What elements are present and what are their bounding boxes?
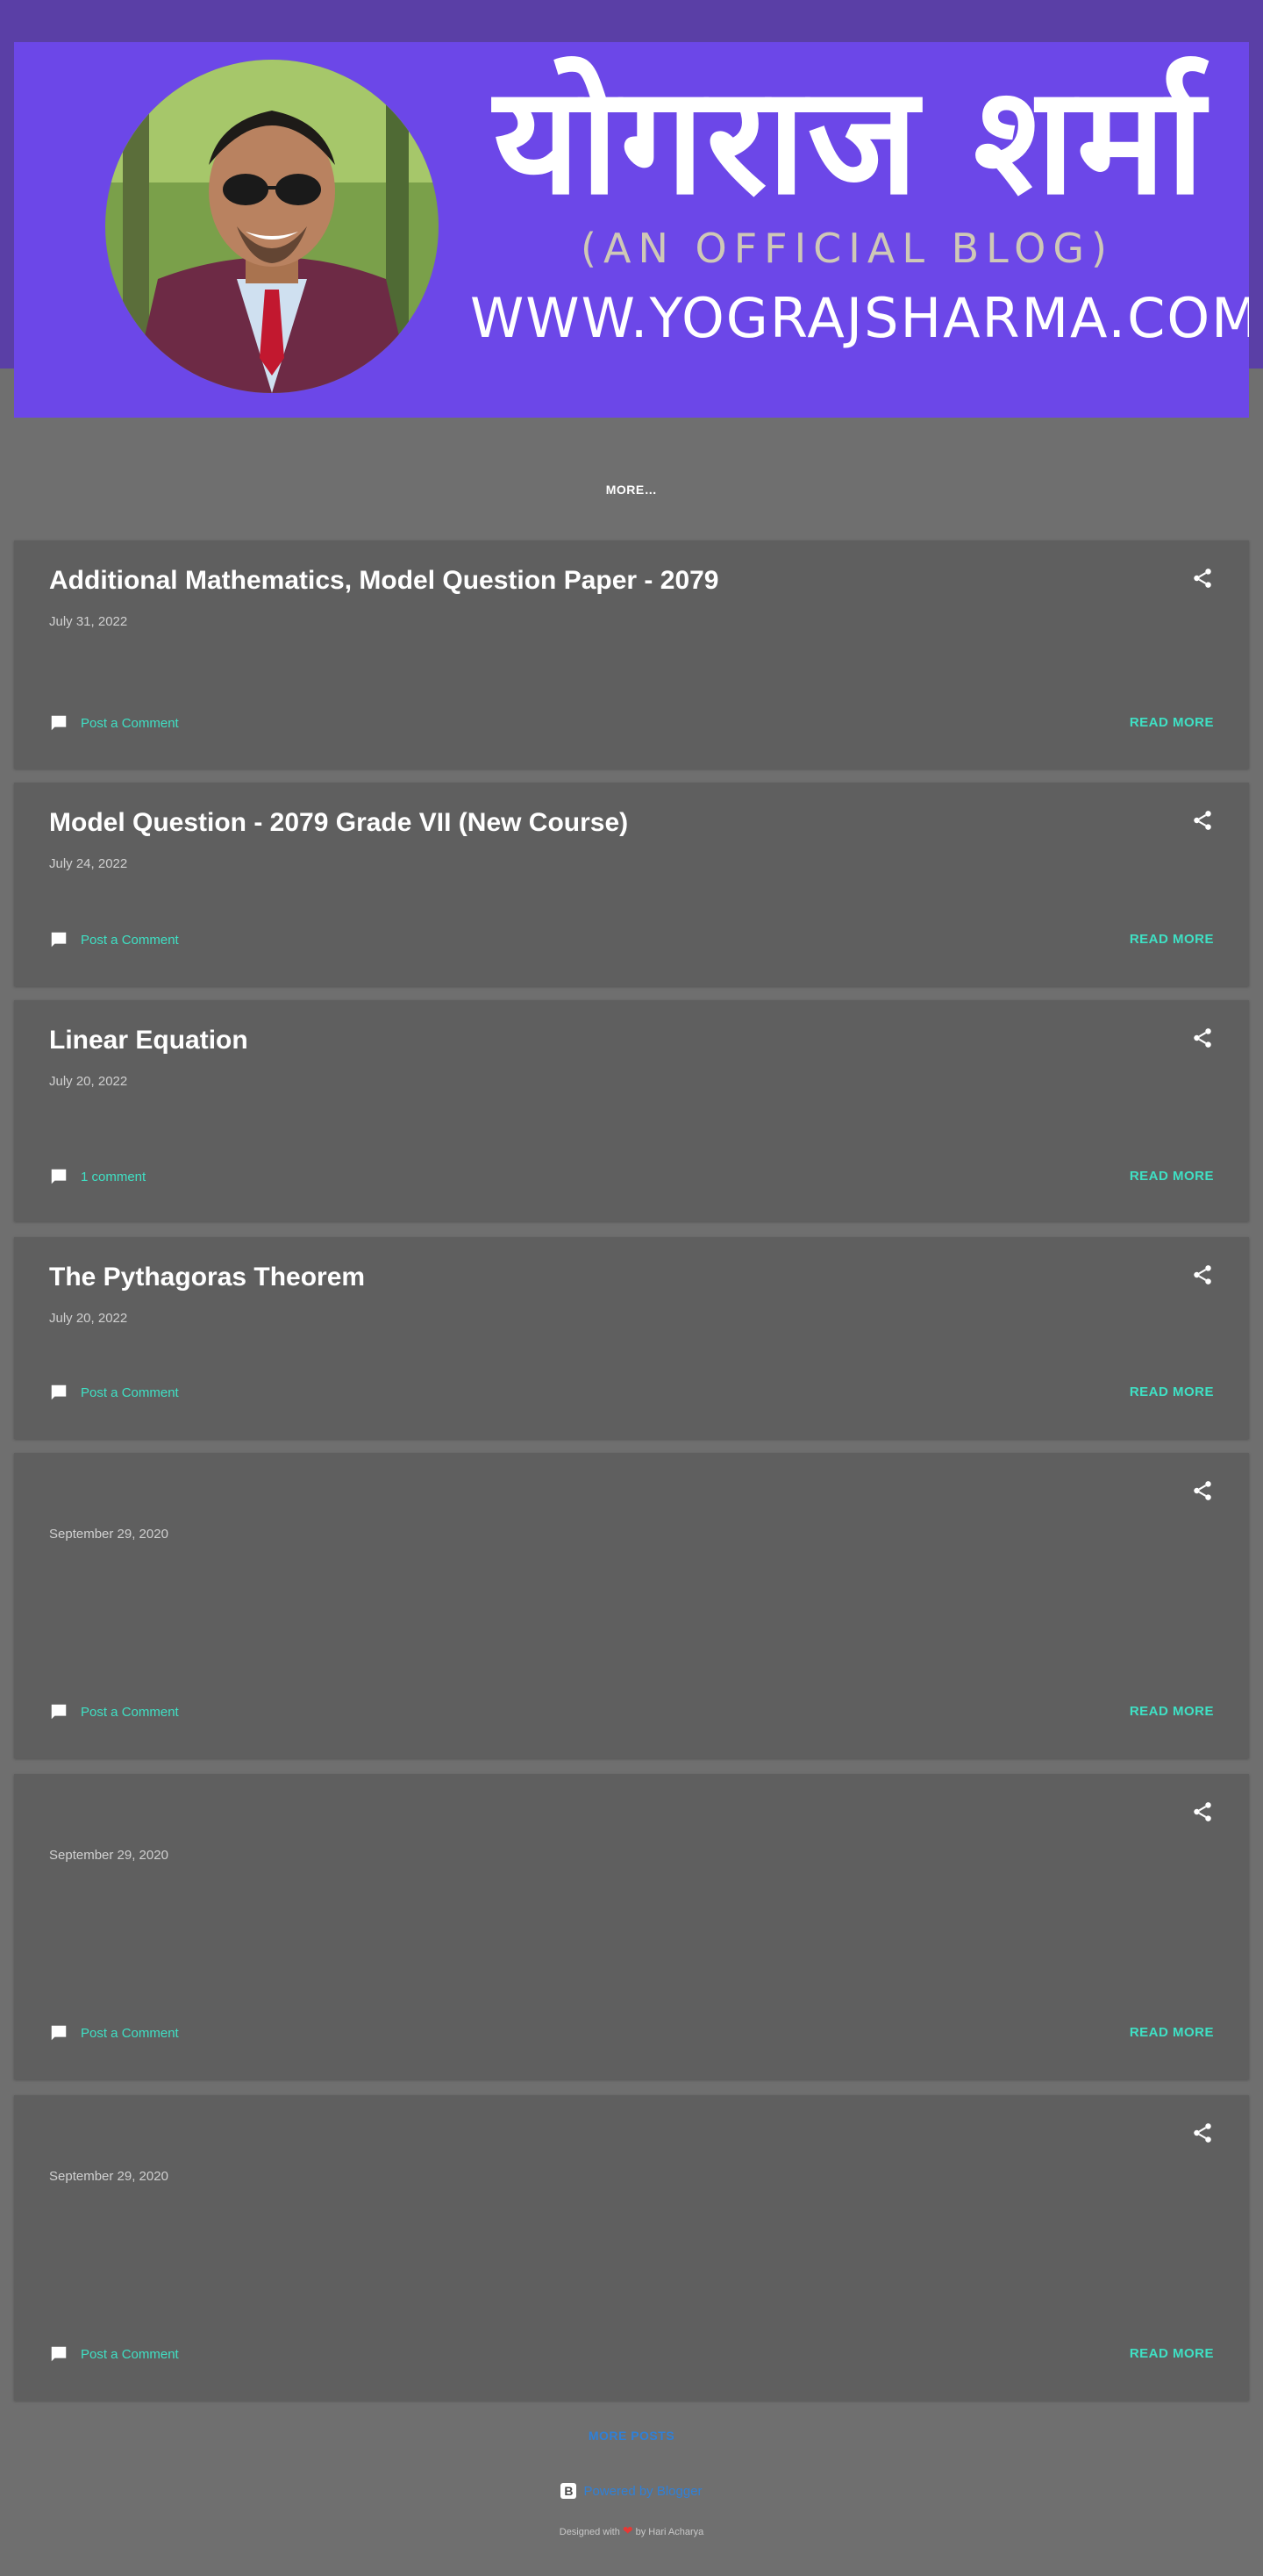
credit-suffix: by Hari Acharya bbox=[635, 2527, 704, 2537]
comment-icon bbox=[51, 932, 67, 948]
comments-label: Post a Comment bbox=[81, 2025, 179, 2041]
post-card: Additional Mathematics, Model Question P… bbox=[14, 540, 1249, 769]
comments-label: Post a Comment bbox=[81, 1385, 179, 1400]
comments-link[interactable]: Post a Comment bbox=[49, 2023, 179, 2043]
comments-label: 1 comment bbox=[81, 1169, 146, 1184]
post-title[interactable]: Model Question - 2079 Grade VII (New Cou… bbox=[49, 808, 1144, 838]
comments-link[interactable]: Post a Comment bbox=[49, 2344, 179, 2364]
post-card: Model Question - 2079 Grade VII (New Cou… bbox=[14, 783, 1249, 986]
comments-link[interactable]: Post a Comment bbox=[49, 930, 179, 949]
comments-label: Post a Comment bbox=[81, 2346, 179, 2362]
comment-icon bbox=[51, 715, 67, 731]
share-icon[interactable] bbox=[1191, 1027, 1214, 1049]
post-snippet bbox=[49, 1563, 1214, 1669]
more-posts-button[interactable]: MORE POSTS bbox=[0, 2429, 1263, 2443]
comments-label: Post a Comment bbox=[81, 1704, 179, 1720]
share-icon[interactable] bbox=[1191, 1800, 1214, 1823]
share-icon[interactable] bbox=[1191, 2122, 1214, 2144]
post-card: Linear Equation July 20, 2022 1 comment … bbox=[14, 1000, 1249, 1221]
credit-prefix: Designed with bbox=[559, 2527, 620, 2537]
comments-label: Post a Comment bbox=[81, 932, 179, 948]
powered-by-blogger-link[interactable]: B Powered by Blogger bbox=[0, 2483, 1263, 2499]
post-card: September 29, 2020 Post a Comment READ M… bbox=[14, 1774, 1249, 2079]
post-card: The Pythagoras Theorem July 20, 2022 Pos… bbox=[14, 1237, 1249, 1439]
banner-subtitle: (AN OFFICIAL BLOG) bbox=[581, 225, 1114, 272]
share-icon[interactable] bbox=[1191, 1263, 1214, 1286]
comments-link[interactable]: Post a Comment bbox=[49, 1702, 179, 1721]
comment-icon bbox=[51, 1704, 67, 1720]
blogger-icon: B bbox=[560, 2483, 577, 2499]
post-title[interactable]: The Pythagoras Theorem bbox=[49, 1263, 1144, 1292]
banner-title: योगराज शर्मा bbox=[493, 54, 1207, 228]
designer-credit: Designed with ❤ by Hari Acharya bbox=[0, 2523, 1263, 2538]
post-date: September 29, 2020 bbox=[49, 1527, 168, 1542]
post-title[interactable]: Additional Mathematics, Model Question P… bbox=[49, 566, 1144, 596]
powered-by-label: Powered by Blogger bbox=[583, 2483, 703, 2499]
read-more-link[interactable]: READ MORE bbox=[1130, 2346, 1214, 2361]
share-icon[interactable] bbox=[1191, 1479, 1214, 1502]
header-banner[interactable]: योगराज शर्मा (AN OFFICIAL BLOG) WWW.YOGR… bbox=[14, 42, 1249, 418]
post-date: September 29, 2020 bbox=[49, 1848, 168, 1863]
comment-icon bbox=[51, 2025, 67, 2041]
post-date: July 31, 2022 bbox=[49, 614, 128, 629]
post-card: September 29, 2020 Post a Comment READ M… bbox=[14, 1453, 1249, 1758]
heart-icon: ❤ bbox=[622, 2523, 633, 2537]
author-photo bbox=[105, 60, 439, 393]
read-more-link[interactable]: READ MORE bbox=[1130, 932, 1214, 947]
post-card: September 29, 2020 Post a Comment READ M… bbox=[14, 2095, 1249, 2401]
post-date: July 20, 2022 bbox=[49, 1311, 128, 1326]
read-more-link[interactable]: READ MORE bbox=[1130, 1385, 1214, 1399]
share-icon[interactable] bbox=[1191, 809, 1214, 832]
post-date: July 20, 2022 bbox=[49, 1074, 128, 1089]
comments-link[interactable]: 1 comment bbox=[49, 1167, 146, 1186]
read-more-link[interactable]: READ MORE bbox=[1130, 1169, 1214, 1184]
comment-icon bbox=[51, 1169, 67, 1184]
read-more-link[interactable]: READ MORE bbox=[1130, 2025, 1214, 2040]
post-title[interactable]: Linear Equation bbox=[49, 1026, 1144, 1055]
comment-icon bbox=[51, 2346, 67, 2362]
more-pages-link[interactable]: MORE… bbox=[0, 483, 1263, 497]
post-date: July 24, 2022 bbox=[49, 856, 128, 871]
comments-label: Post a Comment bbox=[81, 715, 179, 731]
comments-link[interactable]: Post a Comment bbox=[49, 713, 179, 733]
comment-icon bbox=[51, 1385, 67, 1400]
read-more-link[interactable]: READ MORE bbox=[1130, 715, 1214, 730]
post-date: September 29, 2020 bbox=[49, 2169, 168, 2184]
post-snippet bbox=[49, 2206, 1214, 2311]
comments-link[interactable]: Post a Comment bbox=[49, 1383, 179, 1402]
share-icon[interactable] bbox=[1191, 567, 1214, 590]
banner-url: WWW.YOGRAJSHARMA.COM.NP bbox=[470, 286, 1249, 350]
post-snippet bbox=[49, 1885, 1214, 1990]
read-more-link[interactable]: READ MORE bbox=[1130, 1704, 1214, 1719]
